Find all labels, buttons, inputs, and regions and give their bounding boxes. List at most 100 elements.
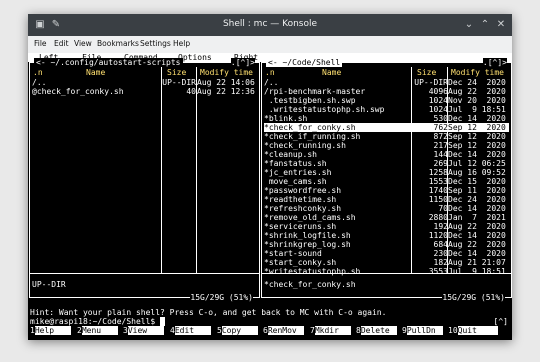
file-size: 269: [433, 159, 448, 168]
menu-view[interactable]: View: [74, 39, 92, 48]
fkey-renmov[interactable]: 6RenMov: [263, 326, 304, 335]
right-header-name[interactable]: Name: [322, 68, 341, 77]
file-row[interactable]: *remove_old_cams.sh 2880 Jan 7 2021: [264, 213, 509, 222]
file-name: *start_conky.sh: [264, 258, 337, 267]
left-header-name[interactable]: Name: [86, 68, 105, 77]
right-panel-corner[interactable]: .[^]>: [482, 58, 507, 67]
fkey-menu[interactable]: 2Menu: [77, 326, 118, 335]
file-time: Sep 12 2020: [448, 123, 506, 132]
prompt-corner[interactable]: [^]: [494, 317, 508, 326]
terminal[interactable]: Left File Command Options Right <- ~/.co…: [28, 53, 512, 340]
right-sort-indicator[interactable]: .n: [265, 68, 275, 77]
function-key-bar: 1Help 2Menu 3View 4Edit 5Copy 6RenMov 7Mkdir 8D…: [28, 326, 512, 335]
menu-file[interactable]: File: [34, 39, 47, 48]
file-row[interactable]: /.. UP--DIR Aug 22 14:06: [32, 78, 257, 87]
file-name: *start-sound: [264, 249, 322, 258]
left-header-size[interactable]: Size: [167, 68, 186, 77]
menu-settings[interactable]: Settings: [140, 39, 171, 48]
file-time: Aug 22 2020: [448, 222, 506, 231]
file-row[interactable]: /.. UP--DIR Dec 24 2020: [264, 78, 509, 87]
title-bar: ▣ ✎ Shell : mc — Konsole ⌄ ⌃ ✕: [28, 14, 512, 36]
file-row[interactable]: *passwordfree.sh 1740 Sep 11 2020: [264, 186, 509, 195]
file-name: *readthetime.sh: [264, 195, 337, 204]
mc-menu-options[interactable]: Options: [178, 53, 212, 62]
menu-bookmarks[interactable]: Bookmarks: [97, 39, 139, 48]
file-row[interactable]: *blink.sh 530 Dec 14 2020: [264, 114, 509, 123]
file-row[interactable]: .testbigben.sh.swp 1024 Nov 20 2020: [264, 96, 509, 105]
file-size: 1024: [428, 96, 448, 105]
fkey-quit[interactable]: 10Quit: [448, 326, 498, 335]
panel-divider: [30, 273, 259, 274]
file-row[interactable]: *check_if_running.sh 872 Sep 12 2020: [264, 132, 509, 141]
file-name: *refreshconky.sh: [264, 204, 342, 213]
left-header-time[interactable]: Modify time: [200, 68, 253, 77]
right-header-time[interactable]: Modify time: [451, 68, 504, 77]
file-size: 230: [433, 249, 448, 258]
file-name: *cleanup.sh: [264, 150, 317, 159]
file-size: 1258: [428, 168, 448, 177]
file-row[interactable]: *start-sound 230 Dec 14 2020: [264, 249, 509, 258]
file-size: 3553: [428, 267, 448, 276]
file-size: 182: [433, 258, 448, 267]
file-row[interactable]: move_cams.sh 1553 Dec 15 2020: [264, 177, 509, 186]
file-size: 40: [186, 87, 196, 96]
menu-help[interactable]: Help: [173, 39, 190, 48]
right-panel-path[interactable]: <- ~/Code/Shell: [266, 58, 343, 67]
file-name: *writestatustophp.sh: [264, 267, 361, 276]
file-time: Aug 16 09:52: [448, 168, 506, 177]
file-row[interactable]: *writestatustophp.sh 3553 Jul 9 18:51: [264, 267, 509, 276]
file-size: 1024: [428, 105, 448, 114]
file-time: Dec 14 2020: [448, 114, 506, 123]
file-name: /rpi-benchmark-master: [264, 87, 366, 96]
file-size: 1553: [428, 177, 448, 186]
file-time: Dec 15 2020: [448, 177, 506, 186]
menu-edit[interactable]: Edit: [54, 39, 69, 48]
file-row[interactable]: *refreshconky.sh 70 Dec 14 2020: [264, 204, 509, 213]
fkey-help[interactable]: 1Help: [30, 326, 71, 335]
fkey-delete[interactable]: 8Delete: [356, 326, 397, 335]
file-time: Dec 24 2020: [448, 78, 506, 87]
konsole-menubar: File Edit View Bookmarks Settings Help: [28, 36, 512, 53]
maximize-icon[interactable]: ⌃: [478, 18, 492, 32]
fkey-view[interactable]: 3View: [123, 326, 164, 335]
fkey-copy[interactable]: 5Copy: [217, 326, 258, 335]
file-row[interactable]: *fanstatus.sh 269 Jul 12 06:25: [264, 159, 509, 168]
file-row-selected[interactable]: *check_for_conky.sh 762 Sep 12 2020: [264, 123, 509, 132]
left-panel-corner[interactable]: .[^]>: [230, 58, 255, 67]
right-panel[interactable]: <- ~/Code/Shell .[^]> .n Name Size Modif…: [261, 58, 512, 302]
file-size: 872: [433, 132, 448, 141]
file-row[interactable]: *jc_entries.sh 1258 Aug 16 09:52: [264, 168, 509, 177]
left-panel-path[interactable]: <- ~/.config/autostart-scripts: [34, 58, 183, 67]
file-row[interactable]: /rpi-benchmark-master 4096 Aug 22 2020: [264, 87, 509, 96]
left-panel[interactable]: <- ~/.config/autostart-scripts .[^]> .n …: [29, 58, 260, 302]
file-row[interactable]: *shrinkgrep_log.sh 684 Aug 22 2020: [264, 240, 509, 249]
file-time: Dec 24 2020: [448, 195, 506, 204]
file-time: Nov 20 2020: [448, 96, 506, 105]
file-row[interactable]: *start_conky.sh 182 Aug 21 21:07: [264, 258, 509, 267]
file-row[interactable]: *serviceruns.sh 192 Aug 22 2020: [264, 222, 509, 231]
file-name: @check_for_conky.sh: [32, 87, 124, 96]
fkey-pulldn[interactable]: 9PullDn: [402, 326, 443, 335]
file-row[interactable]: *check_running.sh 217 Sep 12 2020: [264, 141, 509, 150]
file-name: *check_for_conky.sh: [264, 123, 356, 132]
file-row[interactable]: .writestatustophp.sh.swp 1024 Jul 9 18:51: [264, 105, 509, 114]
right-header-size[interactable]: Size: [417, 68, 436, 77]
file-row[interactable]: *cleanup.sh 144 Dec 14 2020: [264, 150, 509, 159]
file-name: *blink.sh: [264, 114, 308, 123]
close-icon[interactable]: ✕: [494, 18, 508, 32]
left-status: UP--DIR: [32, 280, 66, 289]
file-time: Jul 12 06:25: [448, 159, 506, 168]
file-row[interactable]: *shrink_logfile.sh 1120 Dec 14 2020: [264, 231, 509, 240]
minimize-icon[interactable]: ⌄: [462, 18, 476, 32]
fkey-label: Edit: [174, 326, 211, 335]
fkey-label: Delete: [360, 326, 397, 335]
left-sort-indicator[interactable]: .n: [33, 68, 43, 77]
fkey-mkdir[interactable]: 7Mkdir: [310, 326, 351, 335]
shell-prompt[interactable]: mike@raspi18:~/Code/Shell$: [30, 317, 165, 326]
file-time: Jul 9 18:51: [448, 105, 506, 114]
file-size: 2880: [428, 213, 448, 222]
fkey-edit[interactable]: 4Edit: [170, 326, 211, 335]
file-row[interactable]: *readthetime.sh 1150 Dec 24 2020: [264, 195, 509, 204]
file-size: 684: [433, 240, 448, 249]
file-row[interactable]: @check_for_conky.sh 40 Aug 22 12:36: [32, 87, 257, 96]
